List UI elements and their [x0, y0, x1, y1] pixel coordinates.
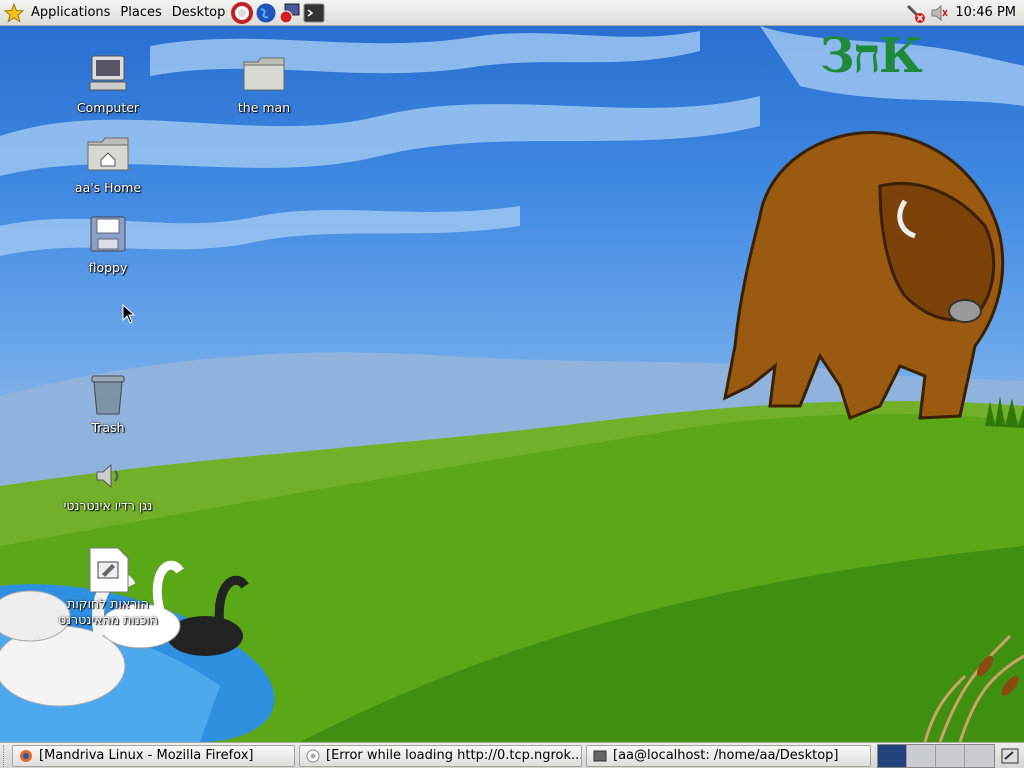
desktop-icon-label: floppy: [88, 260, 128, 275]
workspace-switcher: [877, 743, 995, 768]
floppy-icon: [84, 210, 132, 258]
top-panel: Applications Places Desktop 10:46 PM: [0, 0, 1024, 26]
applications-menu[interactable]: Applications: [26, 0, 115, 26]
the-man-folder-desktop-icon[interactable]: the man: [209, 50, 319, 116]
computer-desktop-icon[interactable]: Computer: [53, 50, 163, 116]
trash-desktop-icon[interactable]: Trash: [53, 370, 163, 436]
desktop[interactable]: ЗחК Computer the man aa's Home floppy Tr…: [0, 26, 1024, 742]
document-icon: [84, 546, 132, 594]
network-tool-icon[interactable]: [279, 2, 301, 24]
document-desktop-icon[interactable]: הוראות לחוקות הוכנות מהאינטרנט: [53, 546, 163, 628]
volume-muted-icon[interactable]: [928, 2, 950, 24]
home-folder-icon: [84, 130, 132, 178]
trash-icon: [84, 370, 132, 418]
panel-handle[interactable]: [3, 744, 12, 767]
web-browser-icon[interactable]: [255, 2, 277, 24]
terminal-icon[interactable]: [303, 2, 325, 24]
terminal-icon: [593, 750, 607, 761]
taskbar-item-label: [Error while loading http://0.tcp.ngrok.…: [326, 748, 582, 763]
show-desktop-icon[interactable]: [999, 745, 1021, 767]
desktop-icon-label: הוראות לחוקות הוכנות מהאינטרנט: [58, 596, 158, 627]
workspace-3[interactable]: [936, 744, 965, 767]
bottom-panel: [Mandriva Linux - Mozilla Firefox] [Erro…: [0, 742, 1024, 768]
mouse-pointer-icon: [122, 304, 136, 324]
desktop-icon-label: aa's Home: [74, 180, 142, 195]
help-icon[interactable]: [231, 1, 254, 24]
firefox-icon: [20, 749, 32, 762]
speaker-icon: [84, 456, 132, 496]
computer-icon: [84, 50, 132, 98]
notification-area: 10:46 PM: [903, 0, 1024, 26]
taskbar-item-label: [Mandriva Linux - Mozilla Firefox]: [39, 748, 254, 763]
taskbar-item-label: [aa@localhost: /home/aa/Desktop]: [613, 748, 839, 763]
places-menu[interactable]: Places: [115, 0, 166, 26]
taskbar-item-firefox[interactable]: [Mandriva Linux - Mozilla Firefox]: [12, 744, 295, 767]
workspace-2[interactable]: [907, 744, 936, 767]
window-icon: [306, 749, 320, 762]
main-menu-star-icon[interactable]: [3, 2, 25, 24]
floppy-desktop-icon[interactable]: floppy: [53, 210, 163, 276]
taskbar-item-error-window[interactable]: [Error while loading http://0.tcp.ngrok.…: [299, 744, 582, 767]
radio-player-desktop-icon[interactable]: נגן רדיו אינטרנטי: [53, 456, 163, 514]
taskbar-item-terminal[interactable]: [aa@localhost: /home/aa/Desktop]: [586, 744, 871, 767]
workspace-1[interactable]: [878, 744, 907, 767]
wallpaper-logo: ЗחК: [820, 28, 923, 84]
clock[interactable]: 10:46 PM: [951, 5, 1024, 20]
desktop-icon-label: Computer: [76, 100, 140, 115]
desktop-icon-label: Trash: [91, 420, 125, 435]
workspace-4[interactable]: [965, 744, 994, 767]
network-disconnected-icon[interactable]: [904, 2, 926, 24]
home-folder-desktop-icon[interactable]: aa's Home: [53, 130, 163, 196]
folder-icon: [240, 50, 288, 98]
desktop-icon-label: the man: [237, 100, 291, 115]
desktop-icon-label: נגן רדיו אינטרנטי: [63, 498, 153, 513]
desktop-menu[interactable]: Desktop: [167, 0, 231, 26]
